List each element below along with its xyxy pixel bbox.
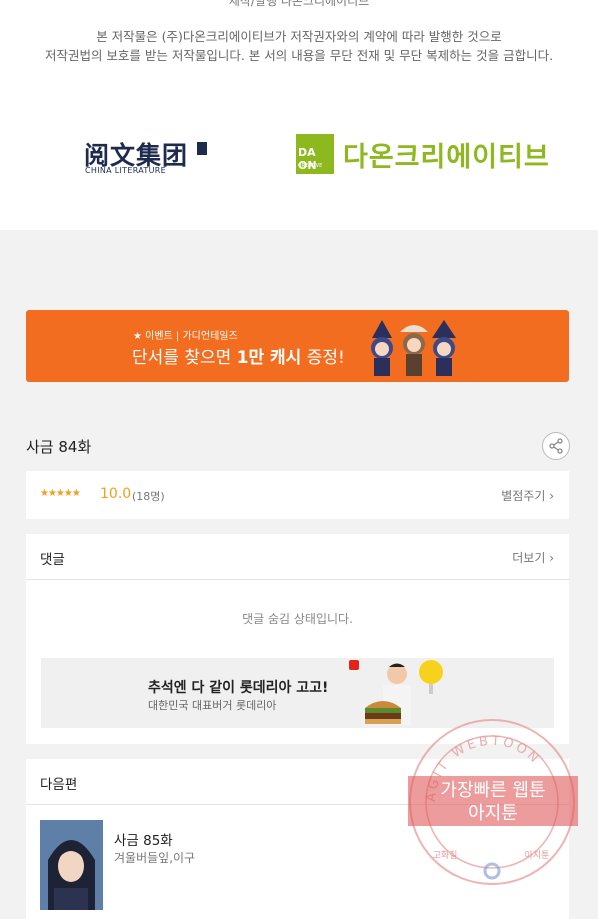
comments-title: 댓글 [40, 552, 65, 568]
next-episode-card: 다음편 사금 85화 겨울버들잎,이구 [26, 759, 569, 919]
rate-button[interactable]: 별점주기 › [501, 487, 554, 504]
comments-header: 댓글 더보기 › [26, 534, 569, 580]
daon-creative-logo: DA ON CREATIVE 다온크리에이티브 [296, 134, 556, 176]
china-literature-logo: 阅文集团 CHINA LITERATURE [84, 136, 214, 180]
comments-card: 댓글 더보기 › 댓글 숨김 상태입니다. 추석엔 다 같이 롯데리아 고고! … [26, 534, 569, 744]
daon-logo-box: DA ON CREATIVE [296, 134, 334, 174]
lotteria-ad[interactable]: 추석엔 다 같이 롯데리아 고고! 대한민국 대표버거 롯데리아 [41, 658, 554, 728]
event-banner[interactable]: ★ 이벤트 | 가디언테일즈 단서를 찾으면 1만 캐시 증정! [26, 310, 569, 382]
burger-ad-image [349, 660, 443, 725]
event-headline-post: 증정! [301, 348, 345, 368]
event-headline-bold: 1만 캐시 [236, 348, 302, 368]
next-episode-item[interactable]: 사금 85화 겨울버들잎,이구 [40, 820, 560, 910]
event-headline-pre: 단서를 찾으면 [132, 348, 237, 368]
next-episode-thumbnail [40, 820, 103, 910]
rating-score: 10.0 [100, 486, 132, 502]
daon-logo-name: 다온크리에이티브 [343, 142, 550, 173]
event-tag: ★ 이벤트 | 가디언테일즈 [133, 331, 238, 342]
next-header: 다음편 [26, 759, 569, 805]
comments-hidden-message: 댓글 숨김 상태입니다. [242, 612, 353, 626]
next-episode-author: 겨울버들잎,이구 [114, 851, 196, 865]
event-headline: 단서를 찾으면 1만 캐시 증정! [132, 343, 345, 368]
game-characters-illustration [371, 320, 456, 376]
rating-card: ★★★★★ 10.0 (18명) 별점주기 › [26, 471, 569, 519]
episode-title: 사금 84화 [26, 438, 92, 456]
rating-stars: ★★★★★ [40, 488, 81, 499]
publisher-cut-text: 제작/발행 다온크리에이티브 [228, 0, 370, 8]
flag-icon [197, 142, 207, 155]
share-button[interactable] [542, 432, 570, 460]
china-literature-logo-english: CHINA LITERATURE [85, 166, 166, 175]
comments-more-link[interactable]: 더보기 › [512, 549, 554, 566]
ad-subtitle: 대한민국 대표버거 롯데리아 [148, 699, 277, 712]
rating-count: (18명) [132, 490, 165, 503]
publisher-info: 제작/발행 다온크리에이티브 본 저작물은 (주)다온크리에이티브가 저작권자와… [0, 0, 598, 230]
next-episode-title: 사금 85화 [114, 833, 173, 849]
copyright-notice: 본 저작물은 (주)다온크리에이티브가 저작권자와의 계약에 따라 발행한 것으… [0, 27, 598, 65]
copyright-line-1: 본 저작물은 (주)다온크리에이티브가 저작권자와의 계약에 따라 발행한 것으… [96, 29, 502, 44]
copyright-line-2: 저작권법의 보호를 받는 저작물입니다. 본 서의 내용을 무단 전재 및 무단… [44, 48, 554, 63]
daon-logo-box-bottom: CREATIVE [298, 163, 323, 169]
share-icon [549, 438, 563, 454]
next-section-title: 다음편 [40, 777, 78, 793]
ad-title: 추석엔 다 같이 롯데리아 고고! [148, 680, 329, 696]
